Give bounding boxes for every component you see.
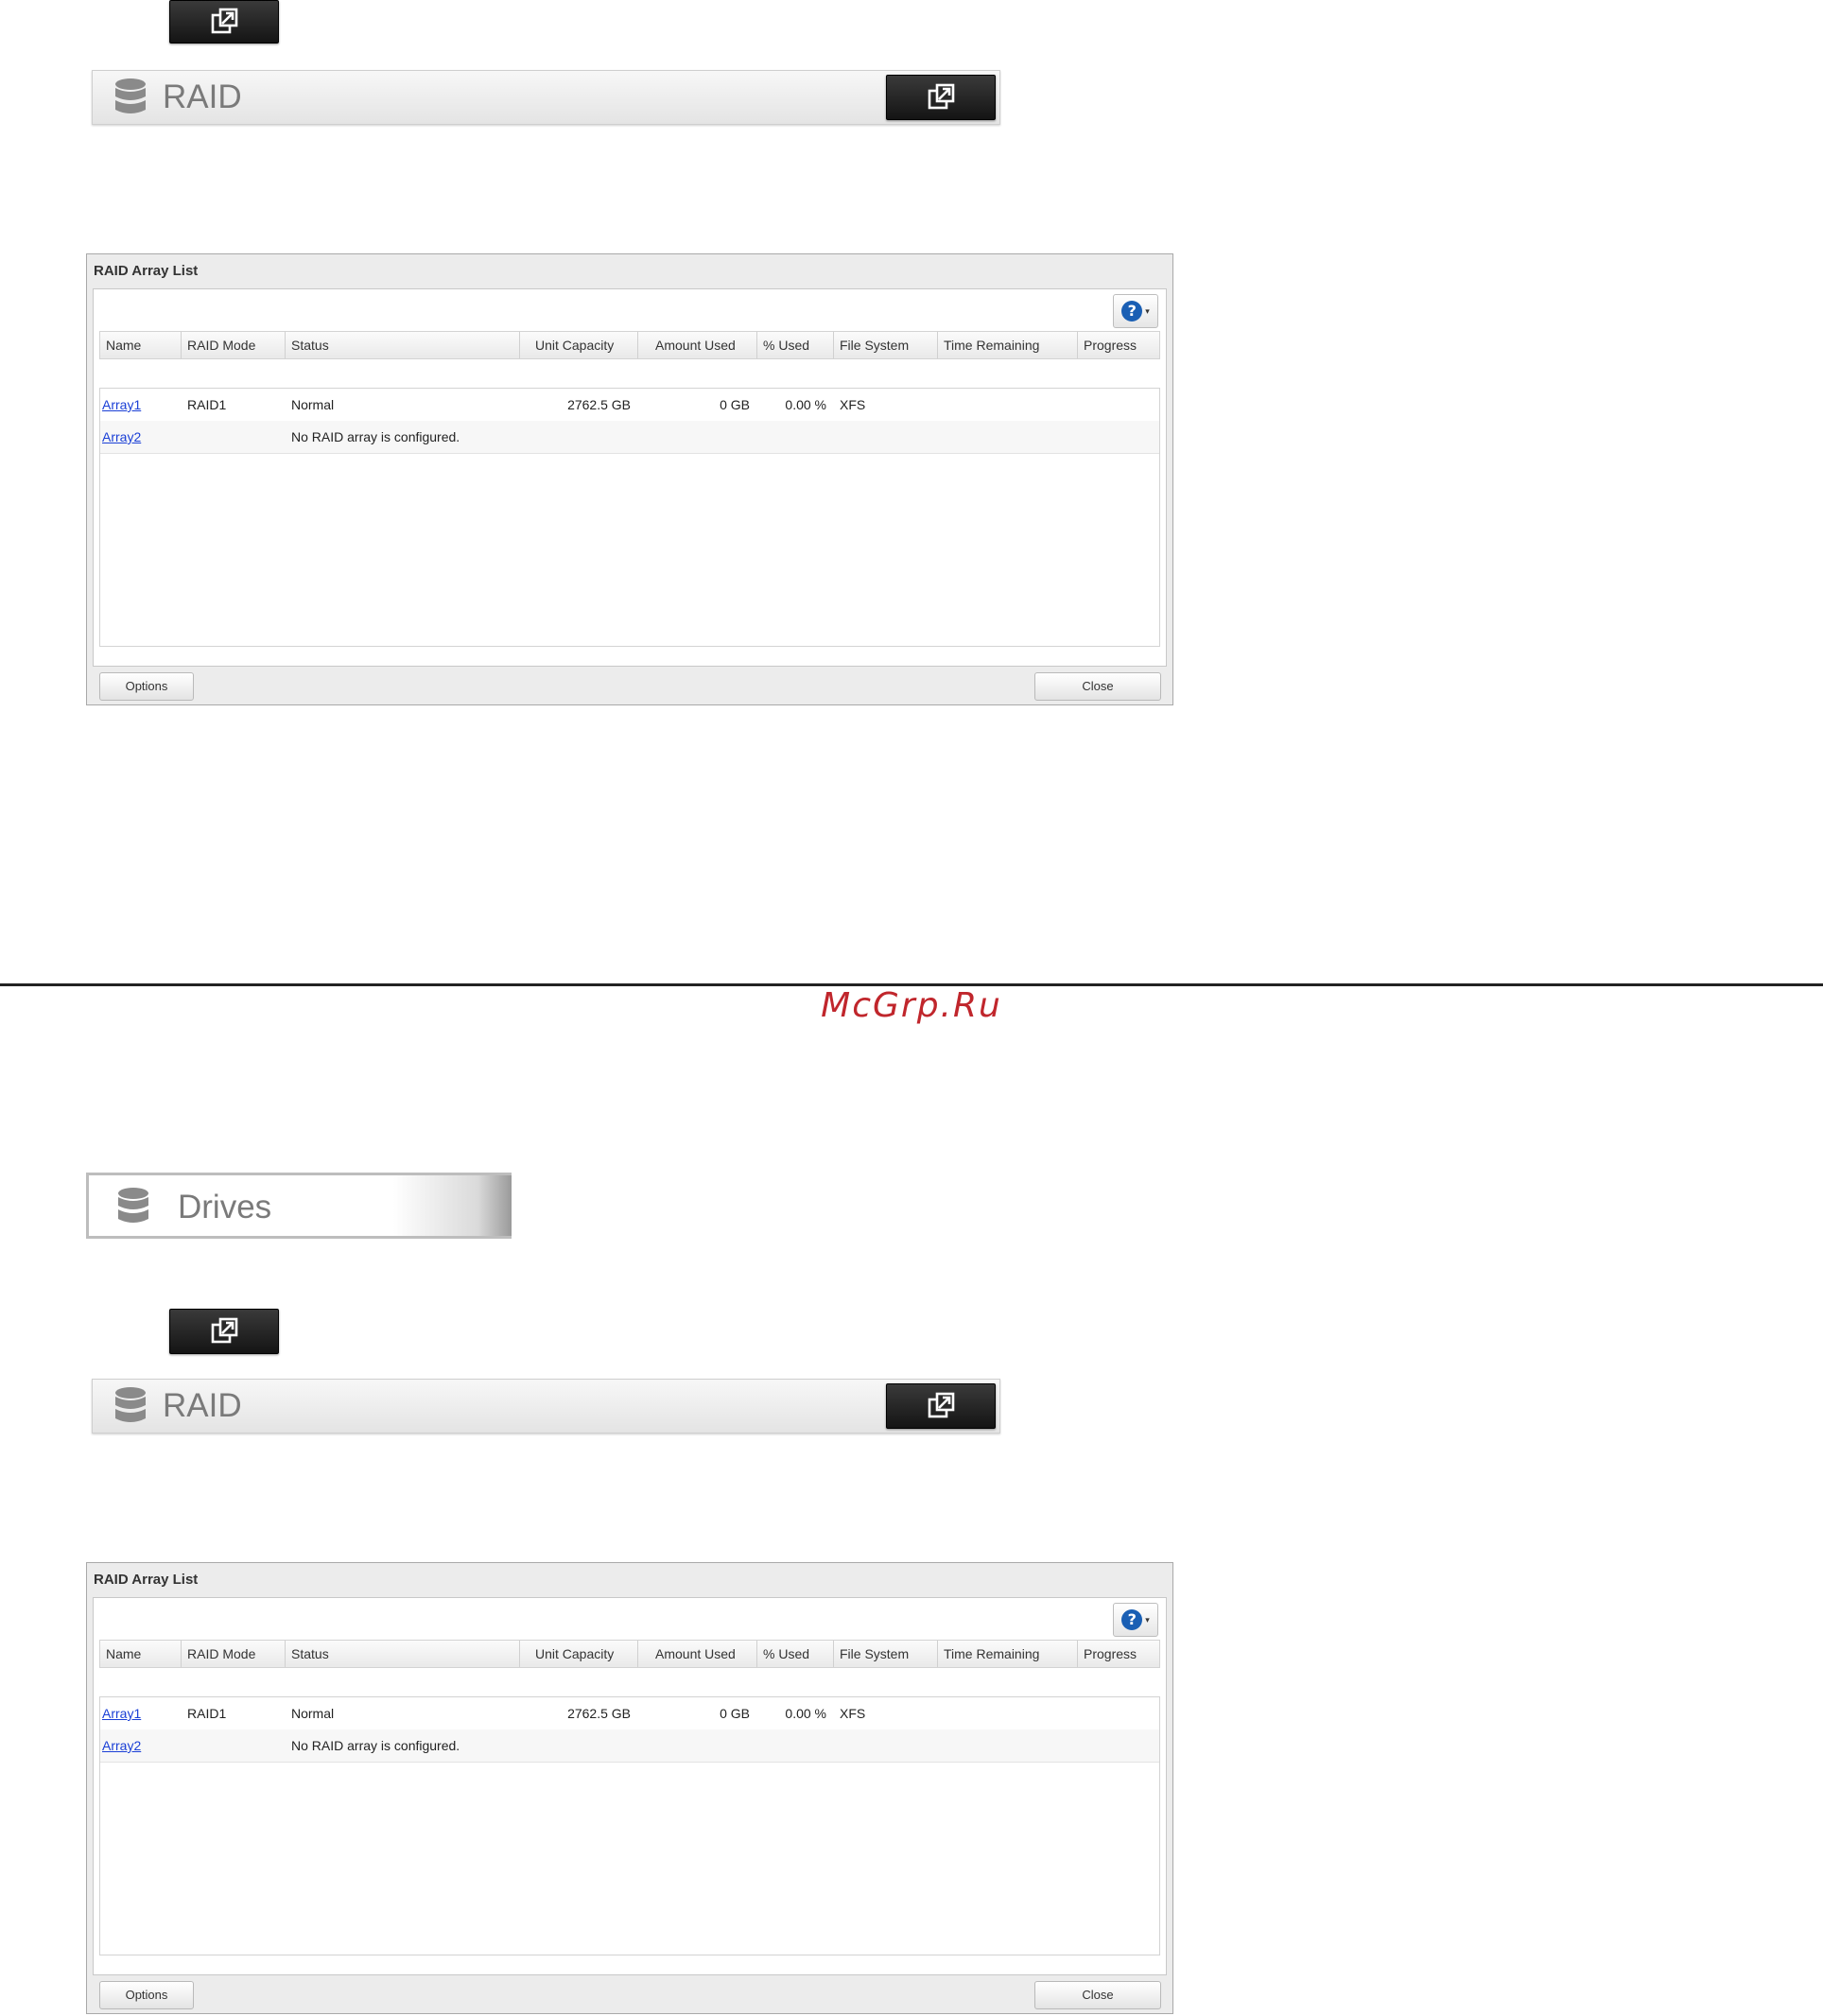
column-header-name[interactable]: Name: [100, 1641, 182, 1667]
raid-mode-cell: RAID1: [187, 397, 227, 412]
window-title: RAID Array List: [94, 1572, 199, 1588]
close-button[interactable]: Close: [1034, 672, 1161, 701]
settings-open-button[interactable]: [169, 1309, 279, 1354]
options-button[interactable]: Options: [99, 1981, 194, 2009]
column-header-unit-capacity[interactable]: Unit Capacity: [520, 332, 638, 358]
column-header-raid-mode[interactable]: RAID Mode: [182, 332, 286, 358]
help-icon: ?: [1121, 1609, 1143, 1630]
table-header: Name RAID Mode Status Unit Capacity Amou…: [99, 331, 1160, 359]
column-header-file-system[interactable]: File System: [834, 332, 938, 358]
column-header-time-remaining[interactable]: Time Remaining: [938, 332, 1078, 358]
help-icon: ?: [1121, 301, 1143, 322]
external-link-icon: [928, 1392, 955, 1418]
external-link-icon: [211, 1317, 238, 1344]
watermark: McGrp.Ru: [821, 986, 1002, 1025]
column-header-amount-used[interactable]: Amount Used: [638, 1641, 757, 1667]
file-system-cell: XFS: [840, 1706, 866, 1721]
external-link-icon: [211, 8, 238, 34]
help-button[interactable]: ? ▾: [1113, 1603, 1158, 1637]
column-header-percent-used[interactable]: % Used: [757, 1641, 834, 1667]
column-header-unit-capacity[interactable]: Unit Capacity: [520, 1641, 638, 1667]
table-row[interactable]: Array2 No RAID array is configured.: [100, 1729, 1159, 1763]
percent-used-cell: 0.00 %: [785, 397, 826, 412]
column-header-progress[interactable]: Progress: [1078, 332, 1161, 358]
status-cell: No RAID array is configured.: [291, 1738, 460, 1753]
status-cell: Normal: [291, 397, 335, 412]
column-header-progress[interactable]: Progress: [1078, 1641, 1161, 1667]
array-link[interactable]: Array1: [102, 1706, 141, 1721]
array-link[interactable]: Array2: [102, 429, 141, 444]
section-title: RAID: [163, 1387, 242, 1424]
database-icon: [118, 1188, 148, 1223]
progress-cell: [1078, 389, 1161, 421]
external-link-icon: [928, 83, 955, 110]
time-remaining-cell: [938, 1697, 1078, 1729]
window-title: RAID Array List: [94, 263, 199, 279]
raid-section-bar[interactable]: RAID: [92, 70, 1000, 125]
raid-settings-button[interactable]: [886, 1383, 996, 1429]
progress-cell: [1078, 1697, 1161, 1729]
array-link[interactable]: Array2: [102, 1738, 141, 1753]
close-button[interactable]: Close: [1034, 1981, 1161, 2009]
column-header-file-system[interactable]: File System: [834, 1641, 938, 1667]
database-icon: [115, 78, 146, 113]
column-header-amount-used[interactable]: Amount Used: [638, 332, 757, 358]
file-system-cell: XFS: [840, 397, 866, 412]
settings-open-button-top[interactable]: [169, 0, 279, 43]
table-header: Name RAID Mode Status Unit Capacity Amou…: [99, 1640, 1160, 1668]
raid-mode-cell: [182, 1729, 286, 1762]
raid-array-list-window: RAID Array List ? ▾ Name RAID Mode Statu…: [86, 1562, 1173, 2014]
window-body: ? ▾ Name RAID Mode Status Unit Capacity …: [93, 1597, 1167, 1975]
table-row[interactable]: Array2 No RAID array is configured.: [100, 421, 1159, 454]
window-body: ? ▾ Name RAID Mode Status Unit Capacity …: [93, 288, 1167, 667]
raid-section-bar[interactable]: RAID: [92, 1379, 1000, 1434]
column-header-status[interactable]: Status: [286, 332, 520, 358]
section-title: Drives: [178, 1189, 272, 1225]
amount-used-cell: 0 GB: [720, 1706, 750, 1721]
capacity-cell: 2762.5 GB: [567, 1706, 631, 1721]
status-cell: No RAID array is configured.: [291, 429, 460, 444]
database-icon: [115, 1387, 146, 1422]
array-link[interactable]: Array1: [102, 397, 141, 412]
raid-mode-cell: RAID1: [187, 1706, 227, 1721]
raid-settings-button[interactable]: [886, 75, 996, 120]
section-title: RAID: [163, 78, 242, 115]
capacity-cell: 2762.5 GB: [567, 397, 631, 412]
raid-mode-cell: [182, 421, 286, 453]
amount-used-cell: 0 GB: [720, 397, 750, 412]
column-header-time-remaining[interactable]: Time Remaining: [938, 1641, 1078, 1667]
column-header-raid-mode[interactable]: RAID Mode: [182, 1641, 286, 1667]
table-body: Array1 RAID1 Normal 2762.5 GB 0 GB 0.00 …: [99, 1696, 1160, 1955]
chevron-down-icon: ▾: [1145, 305, 1150, 316]
table-row[interactable]: Array1 RAID1 Normal 2762.5 GB 0 GB 0.00 …: [100, 389, 1159, 422]
column-header-name[interactable]: Name: [100, 332, 182, 358]
status-cell: Normal: [291, 1706, 335, 1721]
options-button[interactable]: Options: [99, 672, 194, 701]
help-button[interactable]: ? ▾: [1113, 294, 1158, 328]
raid-array-list-window: RAID Array List ? ▾ Name RAID Mode Statu…: [86, 253, 1173, 705]
column-header-status[interactable]: Status: [286, 1641, 520, 1667]
drives-section-tab[interactable]: Drives: [86, 1173, 512, 1239]
table-body: Array1 RAID1 Normal 2762.5 GB 0 GB 0.00 …: [99, 388, 1160, 647]
column-header-percent-used[interactable]: % Used: [757, 332, 834, 358]
table-row[interactable]: Array1 RAID1 Normal 2762.5 GB 0 GB 0.00 …: [100, 1697, 1159, 1730]
percent-used-cell: 0.00 %: [785, 1706, 826, 1721]
time-remaining-cell: [938, 389, 1078, 421]
chevron-down-icon: ▾: [1145, 1614, 1150, 1625]
